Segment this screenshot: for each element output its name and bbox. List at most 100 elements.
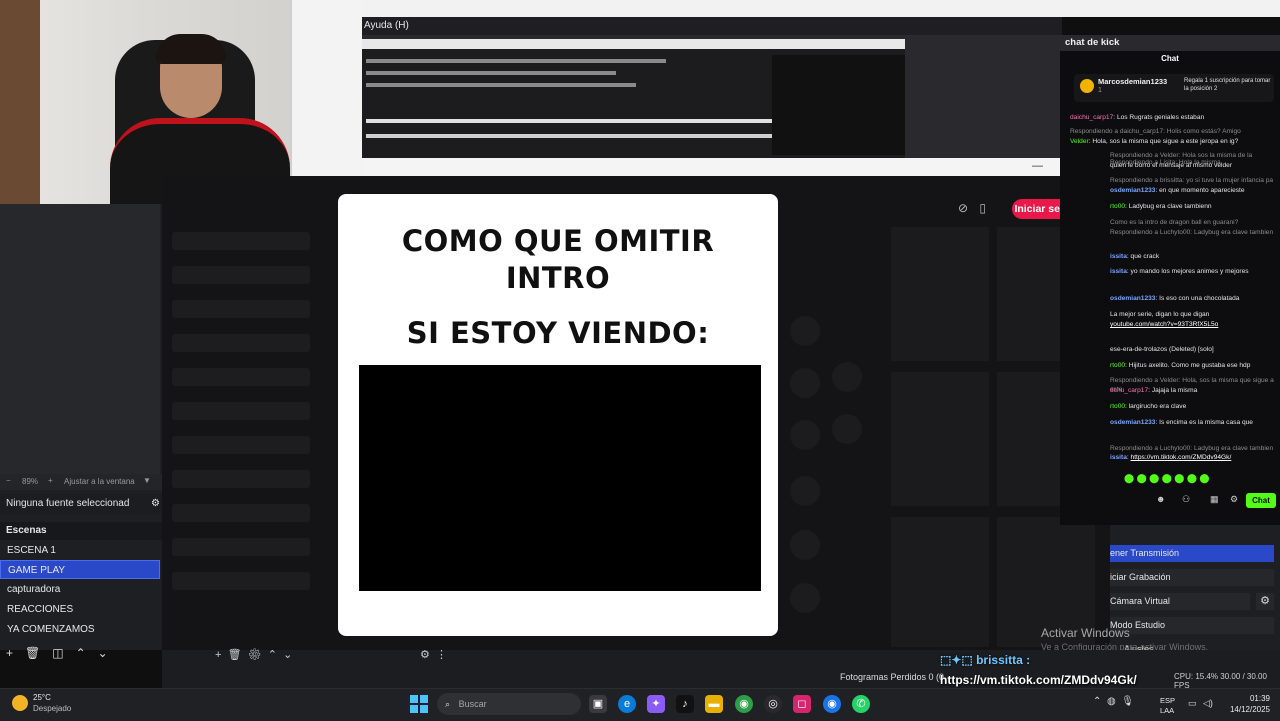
search-placeholder: Buscar — [458, 699, 487, 709]
minimize-icon[interactable]: — — [1032, 160, 1043, 172]
scene-item-selected[interactable]: GAME PLAY — [0, 560, 160, 579]
scene-item[interactable]: REACCIONES — [0, 600, 160, 619]
weather-description[interactable]: Despejado — [33, 704, 71, 713]
move-up-icon[interactable]: ⌃ — [268, 649, 277, 661]
nested-bar — [366, 71, 616, 75]
move-up-icon[interactable]: ⌃ — [76, 646, 86, 660]
trash-icon[interactable]: 🗑 — [228, 649, 242, 661]
chat-message: Velder: Hola, sos la misma que sigue a e… — [1070, 138, 1239, 145]
move-down-icon[interactable]: ⌄ — [98, 646, 108, 660]
settings-icon[interactable]: ⚙ — [1230, 494, 1238, 505]
placeholder-item — [172, 470, 310, 488]
nested-screen-capture — [362, 35, 1060, 160]
chat-user: rto00 — [1110, 203, 1126, 210]
sub-gift-banner: Marcosdemian1233 1 Regala 1 suscripción … — [1074, 74, 1274, 102]
add-source-button[interactable]: + — [215, 649, 221, 661]
chat-reply: Respondiendo a Luchyto00: Ladybug era cl… — [1110, 229, 1274, 236]
chrome-icon[interactable]: ◉ — [735, 695, 753, 713]
network-icon[interactable]: ▭ — [1188, 698, 1197, 709]
chat-link[interactable]: youtube.com/watch?v=93T3RfX5L5o — [1110, 320, 1278, 329]
scene-item[interactable]: YA COMENZAMOS — [0, 620, 160, 639]
obs-icon[interactable]: ◎ — [764, 695, 782, 713]
start-recording-button[interactable]: iciar Grabación — [1110, 569, 1274, 586]
whatsapp-icon[interactable]: ✆ — [852, 695, 870, 713]
chat-message[interactable]: issita: https://vm.tiktok.com/ZMDdv94Gk/ — [1110, 453, 1278, 462]
zoom-in-button[interactable]: + — [48, 476, 53, 485]
chat-header: Chat — [1161, 54, 1179, 63]
file-explorer-icon[interactable]: ▬ — [705, 695, 723, 713]
input-language[interactable]: ESP — [1160, 696, 1175, 705]
gear-icon[interactable]: ⚙ — [1256, 593, 1274, 610]
more-icon[interactable]: ⋮ — [436, 649, 447, 661]
zoom-row: − 89% + Ajustar a la ventana ▼ — [0, 474, 162, 490]
filter-icon[interactable]: ◫ — [52, 646, 63, 660]
virtual-camera-button[interactable]: Cámara Virtual — [1110, 593, 1250, 610]
chat-message: rto00: Ladybug era clave tambienn — [1110, 203, 1212, 210]
zoom-out-button[interactable]: − — [6, 476, 11, 485]
taskbar — [0, 688, 1280, 721]
chat-text: Is encima es la misma casa que — [1159, 419, 1253, 426]
chat-user: dchu_carp17 — [1110, 387, 1149, 394]
chrome-profile-icon[interactable]: ◉ — [823, 695, 841, 713]
chat-link-text: youtube.com/watch?v=93T3RfX5L5o — [1110, 321, 1219, 328]
clock-date[interactable]: 14/12/2025 — [1220, 705, 1270, 714]
people-icon[interactable]: ⚇ — [1182, 494, 1190, 505]
copilot-icon[interactable]: ✦ — [647, 695, 665, 713]
chat-text: Hola, sos la misma que sigue a este jero… — [1092, 138, 1239, 145]
chat-message: osdemian1233: Is eso con una chocolatada — [1110, 295, 1240, 302]
calendar-icon[interactable]: ▦ — [1210, 494, 1219, 505]
chat-user: issita — [1110, 454, 1127, 461]
chat-text: yo mando los mejores animes y mejores — [1130, 268, 1249, 275]
edge-icon[interactable]: e — [618, 695, 636, 713]
chat-message: dchu_carp17: Jajaja la misma — [1110, 387, 1198, 394]
emote-bar[interactable]: ⬤ ⬤ ⬤ ⬤ ⬤ ⬤ ⬤ — [1124, 473, 1224, 485]
chat-text: Jajaja la misma — [1151, 387, 1198, 394]
chat-reply: Respondiendo a Luchyto00: Ladybug era cl… — [1110, 445, 1274, 452]
clock-time[interactable]: 01:39 — [1220, 694, 1270, 703]
hair — [156, 34, 226, 64]
studio-mode-button[interactable]: Modo Estudio — [1110, 617, 1274, 634]
scene-item[interactable]: ESCENA 1 — [0, 541, 160, 560]
scene-item[interactable]: capturadora — [0, 580, 160, 599]
taskbar-search[interactable]: ⌕ Buscar — [437, 693, 581, 715]
windows-start-icon[interactable] — [410, 695, 428, 713]
chat-reply: Respondiendo a daichu_carp17: Holis como… — [1070, 128, 1241, 135]
weather-temperature[interactable]: 25°C — [33, 693, 51, 702]
add-scene-button[interactable]: + — [6, 646, 13, 660]
gear-icon[interactable]: ⚙ — [248, 649, 262, 661]
meme-video[interactable] — [359, 365, 761, 591]
system-tray[interactable]: ⌃ ◍ 🎙 — [1093, 696, 1134, 707]
placeholder-circle — [790, 583, 820, 613]
task-view-icon[interactable]: ▣ — [589, 695, 607, 713]
sub-count: 1 — [1098, 87, 1102, 94]
move-down-icon[interactable]: ⌄ — [283, 649, 292, 661]
placeholder-tile — [891, 372, 989, 506]
scenes-toolbar: + 🗑 ◫ ⌃ ⌄ — [0, 646, 162, 664]
mixer-settings-icon[interactable]: ⚙ — [420, 649, 430, 661]
trash-icon[interactable]: 🗑 — [25, 646, 40, 660]
microphone-icon[interactable]: 🎙 — [1121, 696, 1134, 707]
weather-sun-icon[interactable] — [12, 695, 28, 711]
volume-icon[interactable]: ◁) — [1203, 698, 1213, 709]
start-stream-button[interactable]: ener Transmisión — [1110, 545, 1274, 562]
instagram-icon[interactable]: ◻ — [793, 695, 811, 713]
gear-icon[interactable]: ⚙ — [151, 494, 160, 514]
nested-bar — [366, 134, 786, 138]
compass-icon[interactable]: ⊘ — [958, 201, 968, 215]
tray-app-icon[interactable]: ◍ — [1107, 696, 1116, 707]
phone-icon[interactable]: ▯ — [979, 201, 986, 215]
chat-send-button[interactable]: Chat — [1246, 493, 1276, 508]
chat-user: issita — [1110, 268, 1127, 275]
chat-message: rto00: largirucho era clave — [1110, 403, 1187, 410]
top-window-strip — [362, 0, 1280, 17]
chevron-up-icon[interactable]: ⌃ — [1093, 696, 1101, 707]
placeholder-item — [172, 538, 310, 556]
emoji-icon[interactable]: ☻ — [1156, 494, 1165, 504]
input-layout[interactable]: LAA — [1160, 706, 1174, 715]
chat-user: osdemian1233 — [1110, 419, 1156, 426]
tiktok-icon[interactable]: ♪ — [676, 695, 694, 713]
mixer-toolbar: ⚙ ⋮ — [420, 648, 447, 661]
fit-window-label[interactable]: Ajustar a la ventana — [64, 477, 135, 486]
menu-help[interactable]: Ayuda (H) — [364, 20, 409, 31]
chevron-down-icon[interactable]: ▼ — [143, 476, 151, 485]
